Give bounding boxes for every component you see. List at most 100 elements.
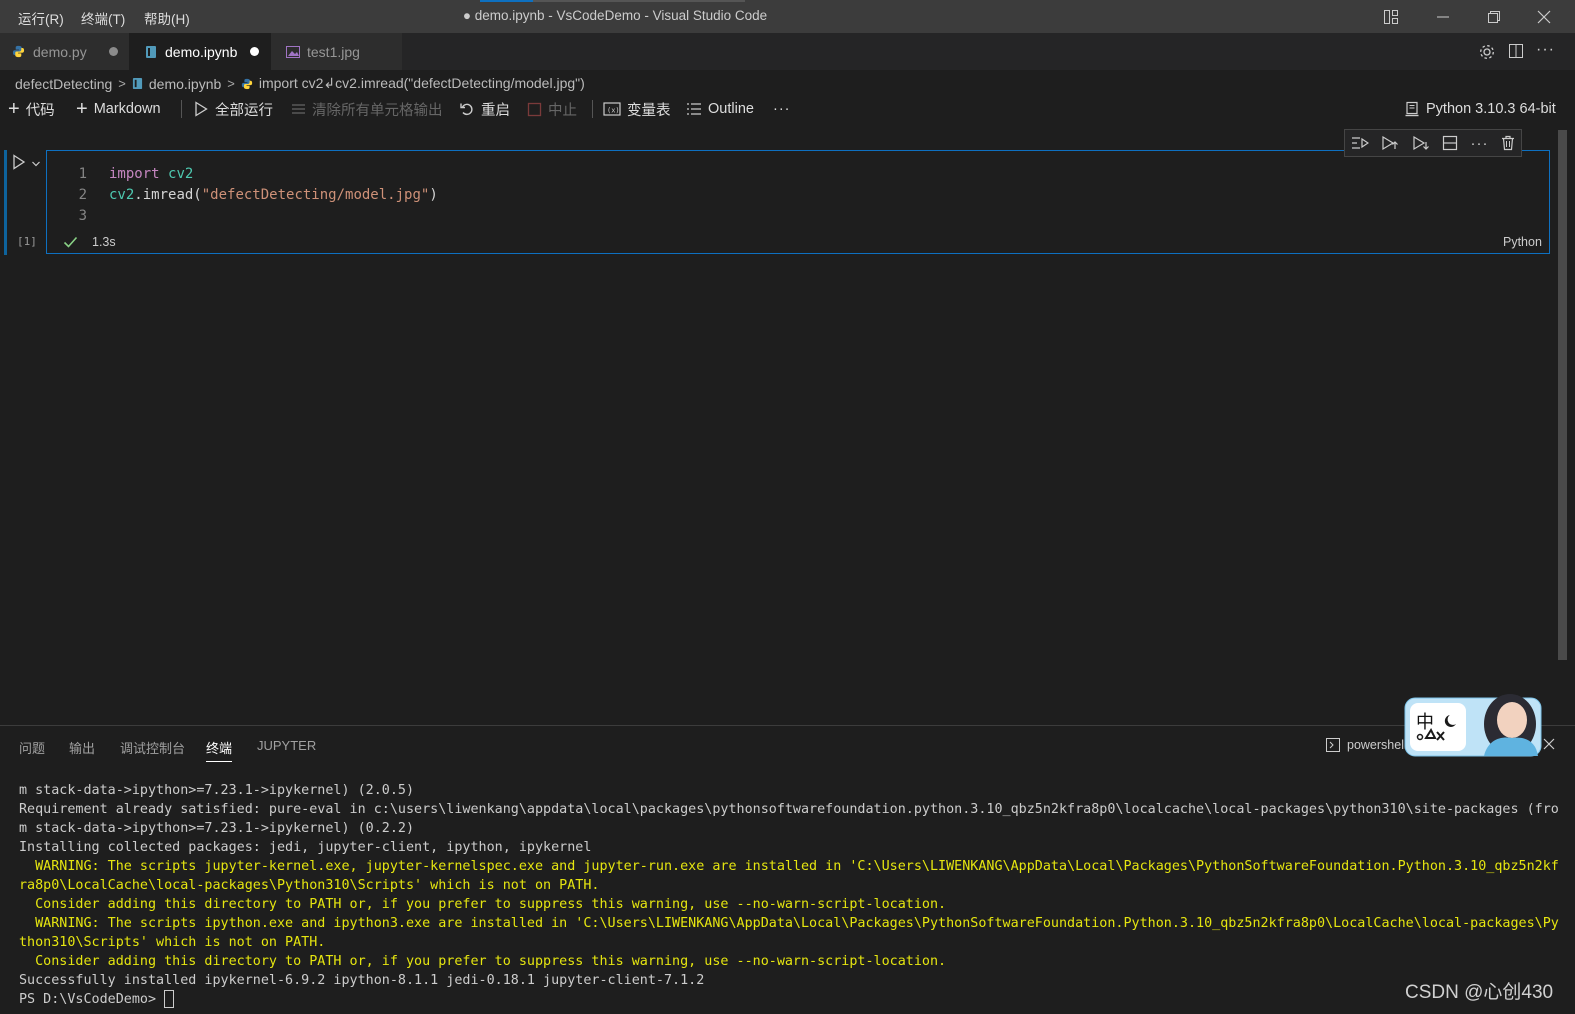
ime-floating-widget[interactable]: 中 [1404,680,1542,758]
breadcrumb: defectDetecting > demo.ipynb > import cv… [15,75,585,92]
panel-tab-problems[interactable]: 问题 [19,738,45,757]
restore-icon[interactable] [1471,0,1517,33]
outline-button[interactable]: Outline [686,98,754,120]
line-code: cv2.imread("defectDetecting/model.jpg") [109,185,438,206]
svg-text:(x): (x) [607,107,620,115]
toolbar-more-button[interactable]: ··· [773,98,791,120]
close-window-icon[interactable] [1521,0,1567,33]
close-panel-icon[interactable] [1543,737,1555,753]
panel-border [0,725,1575,726]
tab-demo-ipynb[interactable]: demo.ipynb [129,33,271,70]
terminal-line: WARNING: The scripts ipython.exe and ipy… [19,914,1559,933]
terminal-line: Consider adding this directory to PATH o… [19,895,1559,914]
clear-all-outputs-button[interactable]: 清除所有单元格输出 [291,98,443,120]
line-code: import cv2 [109,164,193,185]
code-lines: 1 import cv2 2 cv2.imread("defectDetecting/… [47,164,438,227]
more-actions-icon[interactable]: ··· [1536,41,1555,59]
run-cell-icon[interactable] [12,154,26,173]
breadcrumb-separator: > [118,76,126,91]
editor-scrollbar[interactable] [1558,130,1567,660]
cell-editor[interactable]: 1 import cv2 2 cv2.imread("defectDetecting/… [47,151,1549,227]
cell-language-picker[interactable]: Python [1503,235,1542,249]
add-markdown-label: Markdown [93,101,161,117]
code-token: import [109,166,160,182]
terminal-selector[interactable]: powershell [1325,737,1407,753]
kernel-picker-button[interactable]: Python 3.10.3 64-bit [1404,98,1556,120]
code-token: .imread( [134,187,202,203]
settings-gear-icon[interactable] [1478,43,1496,64]
success-check-icon [63,235,78,252]
outline-label: Outline [708,101,754,117]
terminal-line: Consider adding this directory to PATH o… [19,952,1559,971]
add-code-label: 代码 [25,102,55,119]
python-file-icon [12,45,25,58]
add-markdown-cell-button[interactable]: + Markdown [76,98,161,120]
terminal-output[interactable]: m stack-data->ipython>=7.23.1->ipykernel… [19,781,1559,1009]
terminal-line-text: m stack-data->ipython>=7.23.1->ipykernel… [19,821,415,836]
notebook-file-icon [145,45,157,59]
panel-tab-output[interactable]: 输出 [69,738,95,757]
breadcrumb-file[interactable]: demo.ipynb [149,76,221,92]
tab-label: test1.jpg [307,43,360,60]
code-line: 3 [47,206,438,227]
plus-icon: + [76,98,88,120]
split-cell-icon[interactable] [1442,135,1458,151]
python-file-icon [241,78,253,90]
tab-label: demo.ipynb [165,43,238,60]
tab-demo-py[interactable]: demo.py [0,33,129,70]
split-editor-icon[interactable] [1508,43,1524,62]
notebook-file-icon [132,77,143,90]
terminal-icon [1325,737,1341,753]
terminal-line: Installing collected packages: jedi, jup… [19,838,1559,857]
run-all-icon [193,101,209,117]
code-line: 2 cv2.imread("defectDetecting/model.jpg") [47,185,438,206]
panel-tab-debug-console[interactable]: 调试控制台 [120,738,185,757]
delete-cell-trash-icon[interactable] [1501,135,1515,151]
breadcrumb-cell[interactable]: import cv2↲cv2.imread("defectDetecting/m… [259,75,585,92]
terminal-line: thon310\Scripts' which is not on PATH. [19,933,1559,952]
run-options-chevron-down-icon[interactable] [31,156,41,172]
customize-layout-icon[interactable] [1368,0,1414,33]
code-token: "defectDetecting/model.jpg" [201,187,430,203]
modified-dot-icon [250,47,260,56]
minimize-icon[interactable] [1420,0,1466,33]
terminal-line-text: Consider adding this directory to PATH o… [19,897,947,912]
kernel-label: Python 3.10.3 64-bit [1426,101,1556,117]
execute-above-cells-icon[interactable] [1381,135,1399,151]
terminal-line-text: thon310\Scripts' which is not on PATH. [19,935,326,950]
panel-tab-jupyter[interactable]: JUPYTER [257,738,316,753]
line-number: 1 [78,166,87,182]
code-token: cv2 [168,166,194,182]
cell-more-icon[interactable]: ··· [1470,135,1488,152]
add-code-cell-button[interactable]: + 代码 [8,98,55,120]
variables-button[interactable]: (x) 变量表 [603,98,671,120]
ime-mode-label: 中 [1416,712,1434,733]
breadcrumb-separator: > [227,76,235,91]
terminal-cursor [164,990,175,1008]
interrupt-label: 中止 [548,102,577,119]
panel-tab-terminal[interactable]: 终端 [206,738,233,762]
run-all-button[interactable]: 全部运行 [193,98,273,120]
interrupt-kernel-button[interactable]: 中止 [527,98,577,120]
breadcrumb-folder[interactable]: defectDetecting [15,76,112,92]
run-all-label: 全部运行 [215,102,273,119]
execute-below-cells-icon[interactable] [1412,135,1430,151]
tab-test1-jpg[interactable]: test1.jpg [271,33,402,70]
run-above-icon[interactable] [1351,135,1370,151]
terminal-line: m stack-data->ipython>=7.23.1->ipykernel… [19,819,1559,838]
execution-count: [1] [17,235,37,248]
plus-icon: + [8,98,20,120]
cell-toolbar: ··· [1344,129,1522,157]
terminal-line-text: WARNING: The scripts ipython.exe and ipy… [19,916,1559,931]
clear-all-icon [291,102,306,117]
code-token: cv2 [109,187,135,203]
terminal-line: m stack-data->ipython>=7.23.1->ipykernel… [19,781,1559,800]
terminal-line-text: m stack-data->ipython>=7.23.1->ipykernel… [19,783,415,798]
toolbar-divider [592,100,593,118]
restart-kernel-button[interactable]: 重启 [459,98,510,120]
variables-icon: (x) [603,101,621,117]
terminal-line: WARNING: The scripts jupyter-kernel.exe,… [19,857,1559,876]
terminal-name: powershell [1347,738,1407,752]
terminal-line-text: Requirement already satisfied: pure-eval… [19,802,1559,817]
